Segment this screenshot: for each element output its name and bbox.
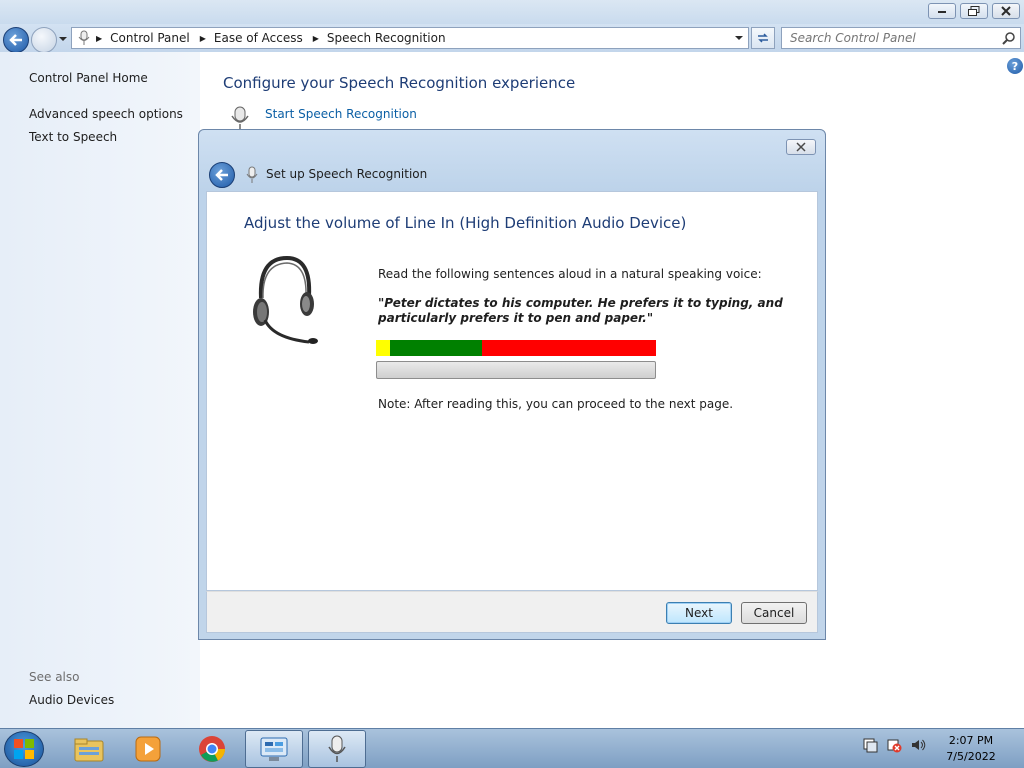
speech-recognition-icon [328,735,346,762]
minimize-icon [938,11,946,13]
sidebar-item-control-panel-home[interactable]: Control Panel Home [29,71,148,85]
search-input[interactable] [790,31,990,45]
action-center-icon[interactable] [862,737,878,753]
sidebar-item-audio-devices[interactable]: Audio Devices [29,693,114,707]
taskbar-clock[interactable]: 2:07 PM 7/5/2022 [936,733,1006,765]
page-title: Configure your Speech Recognition experi… [223,74,576,92]
sidebar-item-advanced-speech-options[interactable]: Advanced speech options [29,107,183,121]
sidebar-item-text-to-speech[interactable]: Text to Speech [29,130,117,144]
dialog-close-button[interactable] [786,139,816,155]
volume-meter-segment [482,340,656,356]
back-button[interactable] [3,27,29,53]
cancel-button[interactable]: Cancel [741,602,807,624]
sidebar: Control Panel Home Advanced speech optio… [0,52,200,728]
dialog-heading: Adjust the volume of Line In (High Defin… [244,214,687,232]
start-button[interactable] [4,731,44,767]
microphone-icon [246,166,258,183]
network-disconnected-icon[interactable] [886,737,902,753]
taskbar-control-panel[interactable] [245,730,303,768]
taskbar-chrome[interactable] [183,730,241,768]
note-text: Note: After reading this, you can procee… [378,397,734,411]
back-arrow-icon [9,34,22,46]
help-icon: ? [1011,59,1019,73]
volume-meter-segment [390,340,483,356]
clock-date: 7/5/2022 [946,750,996,763]
dialog-title: Set up Speech Recognition [266,167,428,181]
taskbar-explorer[interactable] [60,730,118,768]
instruction-text: Read the following sentences aloud in a … [378,267,762,281]
dialog-content: Adjust the volume of Line In (High Defin… [206,191,818,591]
next-button[interactable]: Next [666,602,732,624]
reading-progress-bar [376,361,656,379]
address-dropdown-icon[interactable] [734,33,744,43]
windows-explorer-icon [74,738,104,762]
media-player-icon [135,736,161,762]
sample-sentence: "Peter dictates to his computer. He pref… [378,296,783,325]
recent-pages-dropdown-icon[interactable] [59,34,67,44]
close-icon [1001,6,1011,16]
chrome-icon [199,736,225,762]
microphone-icon [78,30,90,45]
microphone-icon [231,106,249,129]
dialog-footer: Next Cancel [206,591,818,633]
volume-icon[interactable] [910,737,926,753]
search-box[interactable] [781,27,1021,49]
clock-time: 2:07 PM [948,734,994,747]
breadcrumb-separator-icon[interactable]: ▶ [200,34,206,43]
help-button[interactable]: ? [1007,58,1023,74]
taskbar-media-player[interactable] [119,730,177,768]
setup-speech-recognition-dialog: Set up Speech Recognition Adjust the vol… [198,129,826,640]
address-bar[interactable]: ▶ Control Panel ▶ Ease of Access ▶ Speec… [71,27,749,49]
breadcrumb-control-panel[interactable]: Control Panel [110,31,190,45]
dialog-back-button[interactable] [209,162,235,188]
breadcrumb-separator-icon[interactable]: ▶ [96,34,102,43]
navigation-bar: ▶ Control Panel ▶ Ease of Access ▶ Speec… [0,24,1024,53]
volume-meter [376,340,656,356]
minimize-button[interactable] [928,3,956,19]
restore-icon [968,6,980,16]
back-arrow-icon [215,169,228,181]
breadcrumb-speech-recognition[interactable]: Speech Recognition [327,31,446,45]
breadcrumb-separator-icon[interactable]: ▶ [313,34,319,43]
headset-icon [253,255,318,344]
control-panel-window: ▶ Control Panel ▶ Ease of Access ▶ Speec… [0,0,1024,728]
taskbar-speech-recognition[interactable] [308,730,366,768]
volume-meter-segment [376,340,390,356]
search-icon[interactable] [1002,31,1016,45]
maximize-button[interactable] [960,3,988,19]
close-icon [796,142,806,152]
see-also-label: See also [29,670,80,684]
refresh-icon [758,33,768,43]
taskbar: 2:07 PM 7/5/2022 [0,728,1024,768]
control-panel-icon [260,737,288,761]
close-button[interactable] [992,3,1020,19]
refresh-button[interactable] [751,27,775,49]
windows-logo-icon [14,739,34,759]
breadcrumb-ease-of-access[interactable]: Ease of Access [214,31,303,45]
title-bar [0,0,1024,24]
system-tray [862,737,926,753]
start-speech-recognition-link[interactable]: Start Speech Recognition [265,107,417,121]
forward-button[interactable] [31,27,57,53]
